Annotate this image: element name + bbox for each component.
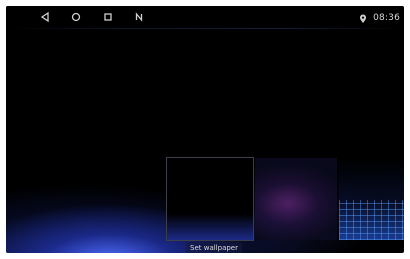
status-right-group: 08:36 (359, 10, 400, 26)
wallpaper-thumbnail-selected[interactable] (166, 157, 254, 241)
clock-time: 08:36 (373, 13, 400, 23)
set-wallpaper-button[interactable]: Set wallpaper (186, 242, 242, 253)
status-bar-divider (6, 28, 404, 29)
notification-n-icon (133, 11, 145, 23)
location-pin-icon (359, 9, 367, 28)
grid-pattern (339, 200, 404, 240)
back-icon[interactable] (39, 11, 51, 23)
wallpaper-thumbnail[interactable] (255, 158, 337, 240)
wallpaper-thumbnail[interactable] (339, 158, 404, 240)
recents-icon[interactable] (102, 11, 114, 23)
android-screen: 08:36 Set wallpaper (6, 6, 404, 253)
status-bar: 08:36 (6, 6, 404, 30)
home-icon[interactable] (70, 11, 82, 23)
